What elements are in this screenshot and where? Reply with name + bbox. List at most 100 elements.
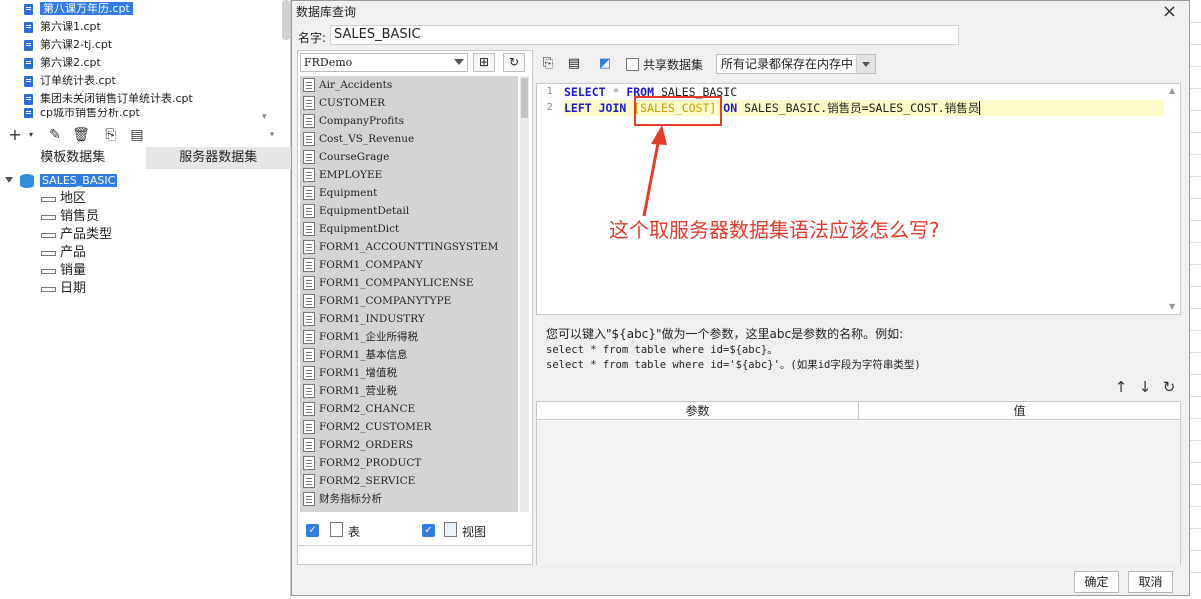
tree-field[interactable]: 产品类型 — [0, 226, 291, 244]
file-item[interactable]: 第八课万年历.cpt — [0, 0, 291, 18]
table-checkbox[interactable]: ✓ — [306, 524, 319, 537]
file-list-scrollbar[interactable] — [282, 0, 290, 40]
file-item[interactable]: 第六课2-tj.cpt — [0, 36, 291, 54]
close-icon[interactable]: × — [1162, 1, 1177, 22]
ok-button[interactable]: 确定 — [1074, 571, 1119, 593]
file-item[interactable]: cp城市销售分析.cpt — [0, 108, 291, 118]
grid-line — [1190, 440, 1201, 441]
field-icon — [41, 215, 56, 220]
view-checkbox[interactable]: ✓ — [422, 524, 435, 537]
save-icon[interactable]: ▤ — [566, 55, 582, 72]
cancel-button[interactable]: 取消 — [1128, 571, 1173, 593]
refresh-icon[interactable]: ↻ — [1161, 379, 1177, 395]
server-dataset-icon[interactable]: ▤ — [128, 126, 146, 144]
sql-panel: ⎘ ▤ ◩ 共享数据集 所有记录都保存在内存中 1 2 SELECT * FRO… — [536, 50, 1185, 565]
table-item[interactable]: 财务指标分析 — [300, 490, 518, 508]
memory-mode-select[interactable]: 所有记录都保存在内存中 — [716, 54, 876, 74]
move-down-icon[interactable]: ↓ — [1137, 379, 1153, 395]
table-item[interactable]: FORM1_INDUSTRY — [300, 310, 518, 328]
table-item[interactable]: FORM1_企业所得税 — [300, 328, 518, 346]
table-icon — [303, 168, 315, 182]
grid-line — [1190, 374, 1201, 375]
table-item[interactable]: Air_Accidents — [300, 76, 518, 94]
table-item[interactable]: Equipment — [300, 184, 518, 202]
share-dataset-checkbox[interactable] — [626, 58, 639, 71]
table-item[interactable]: FORM2_ORDERS — [300, 436, 518, 454]
preview-icon[interactable]: ⎘ — [102, 126, 120, 144]
parameter-table: 参数 值 — [536, 401, 1181, 565]
template-panel: 第八课万年历.cpt 第六课1.cpt 第六课2-tj.cpt 第六课2.cpt… — [0, 0, 291, 599]
table-item[interactable]: EquipmentDetail — [300, 202, 518, 220]
collapse-icon[interactable]: ▾ — [262, 112, 272, 122]
scrollbar-thumb[interactable] — [521, 78, 528, 118]
table-item[interactable]: CompanyProfits — [300, 112, 518, 130]
background-sheet-edge — [1190, 0, 1201, 599]
table-item[interactable]: Cost_VS_Revenue — [300, 130, 518, 148]
export-icon[interactable]: ◩ — [597, 55, 613, 72]
editor-scrollbar[interactable]: ▲ ▼ — [1166, 84, 1180, 314]
table-item[interactable]: FORM1_ACCOUNTTINGSYSTEM — [300, 238, 518, 256]
cpt-file-icon — [24, 58, 33, 69]
edit-icon[interactable]: ✎ — [46, 126, 64, 144]
table-item[interactable]: FORM2_PRODUCT — [300, 454, 518, 472]
move-up-icon[interactable]: ↑ — [1113, 379, 1129, 395]
field-icon — [41, 251, 56, 256]
connection-select[interactable]: FRDemo — [300, 53, 468, 72]
grid-line — [1190, 154, 1201, 155]
file-item[interactable]: 第六课1.cpt — [0, 18, 291, 36]
dataset-toolbar: + ▾ ✎ 🗑 ⎘ ▤ ▾ — [0, 124, 291, 146]
tab-template-dataset[interactable]: 模板数据集 — [0, 147, 146, 169]
grid-line — [1190, 330, 1201, 331]
dialog-buttons: 确定 取消 — [292, 568, 1189, 596]
refresh-button[interactable]: ↻ — [503, 53, 525, 72]
line-gutter: 1 2 — [537, 84, 559, 314]
scroll-down-icon[interactable]: ▼ — [1169, 302, 1175, 311]
parameter-table-body[interactable] — [537, 421, 1180, 565]
tree-field[interactable]: 日期 — [0, 280, 291, 298]
tree-field[interactable]: 产品 — [0, 244, 291, 262]
table-item[interactable]: FORM1_COMPANY — [300, 256, 518, 274]
table-icon — [303, 312, 315, 326]
chevron-down-icon[interactable]: ▾ — [22, 126, 40, 144]
delete-icon[interactable]: 🗑 — [72, 126, 90, 144]
chevron-down-icon[interactable] — [856, 55, 875, 73]
file-item[interactable]: 第六课2.cpt — [0, 54, 291, 72]
table-item[interactable]: FORM1_基本信息 — [300, 346, 518, 364]
table-item[interactable]: FORM2_SERVICE — [300, 472, 518, 490]
collapse-icon[interactable]: ▾ — [263, 126, 281, 144]
table-item[interactable]: FORM1_增值税 — [300, 364, 518, 382]
cpt-file-icon — [24, 76, 33, 87]
table-item[interactable]: FORM2_CUSTOMER — [300, 418, 518, 436]
table-icon — [303, 474, 315, 488]
file-list: 第八课万年历.cpt 第六课1.cpt 第六课2-tj.cpt 第六课2.cpt… — [0, 0, 291, 120]
file-item[interactable]: 集团未关闭销售订单统计表.cpt — [0, 90, 291, 108]
table-item[interactable]: CourseGrage — [300, 148, 518, 166]
grid-line — [1190, 308, 1201, 309]
tree-field[interactable]: 销量 — [0, 262, 291, 280]
table-item[interactable]: EquipmentDict — [300, 220, 518, 238]
tab-server-dataset[interactable]: 服务器数据集 — [145, 147, 291, 169]
divider — [298, 545, 532, 546]
table-item[interactable]: FORM1_COMPANYLICENSE — [300, 274, 518, 292]
connection-settings-button[interactable]: ⊞ — [473, 53, 495, 72]
tree-root-dataset[interactable]: SALES_BASIC — [0, 172, 291, 190]
name-input[interactable]: SALES_BASIC — [330, 25, 959, 45]
table-item[interactable]: CUSTOMER — [300, 94, 518, 112]
expand-caret-icon[interactable] — [5, 177, 13, 183]
table-icon — [303, 204, 315, 218]
table-icon — [303, 258, 315, 272]
table-item[interactable]: FORM2_CHANCE — [300, 400, 518, 418]
cpt-file-icon — [24, 94, 33, 105]
scroll-up-icon[interactable]: ▲ — [1169, 86, 1175, 95]
file-item[interactable]: 订单统计表.cpt — [0, 72, 291, 90]
parameter-table-header: 参数 值 — [537, 402, 1180, 420]
table-item[interactable]: EMPLOYEE — [300, 166, 518, 184]
tree-field[interactable]: 地区 — [0, 190, 291, 208]
tree-field[interactable]: 销售员 — [0, 208, 291, 226]
preview-icon[interactable]: ⎘ — [540, 55, 556, 72]
database-icon — [20, 174, 34, 188]
table-list-scrollbar[interactable] — [520, 76, 529, 512]
table-item[interactable]: FORM1_营业税 — [300, 382, 518, 400]
sql-editor[interactable]: 1 2 SELECT * FROM SALES_BASIC LEFT JOIN … — [536, 83, 1181, 315]
table-item[interactable]: FORM1_COMPANYTYPE — [300, 292, 518, 310]
